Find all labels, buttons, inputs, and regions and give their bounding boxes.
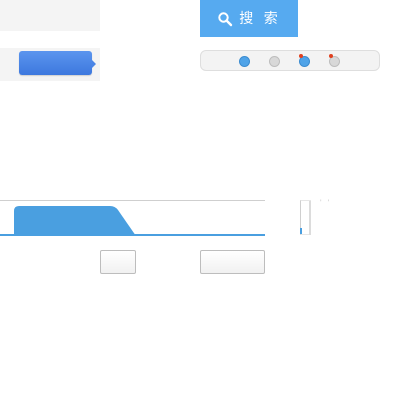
primary-arrow-button[interactable]	[19, 51, 96, 75]
tiny-marks: ' '	[320, 199, 332, 206]
pager-dots-bar	[200, 50, 380, 71]
pager-dot-1[interactable]	[239, 56, 250, 67]
scrollbar-marker	[300, 228, 302, 234]
top-toolbar-strip	[0, 0, 100, 31]
vertical-scrollbar[interactable]	[300, 200, 314, 236]
ui-canvas: 搜 索 ' '	[0, 0, 400, 400]
wide-button[interactable]	[200, 250, 265, 274]
search-button-label: 搜 索	[239, 10, 281, 27]
pager-dot-2[interactable]	[269, 56, 280, 67]
notification-badge	[299, 54, 303, 58]
tab-strip-underline	[0, 234, 265, 236]
search-button[interactable]: 搜 索	[200, 0, 298, 37]
pager-dot-3[interactable]	[299, 54, 310, 67]
pager-dot-4[interactable]	[329, 54, 340, 67]
scrollbar-track[interactable]	[309, 201, 311, 235]
notification-badge	[329, 54, 333, 58]
tab-active[interactable]	[14, 206, 136, 236]
search-icon	[217, 11, 233, 27]
small-button[interactable]	[100, 250, 136, 274]
tab-strip-border	[0, 200, 265, 201]
